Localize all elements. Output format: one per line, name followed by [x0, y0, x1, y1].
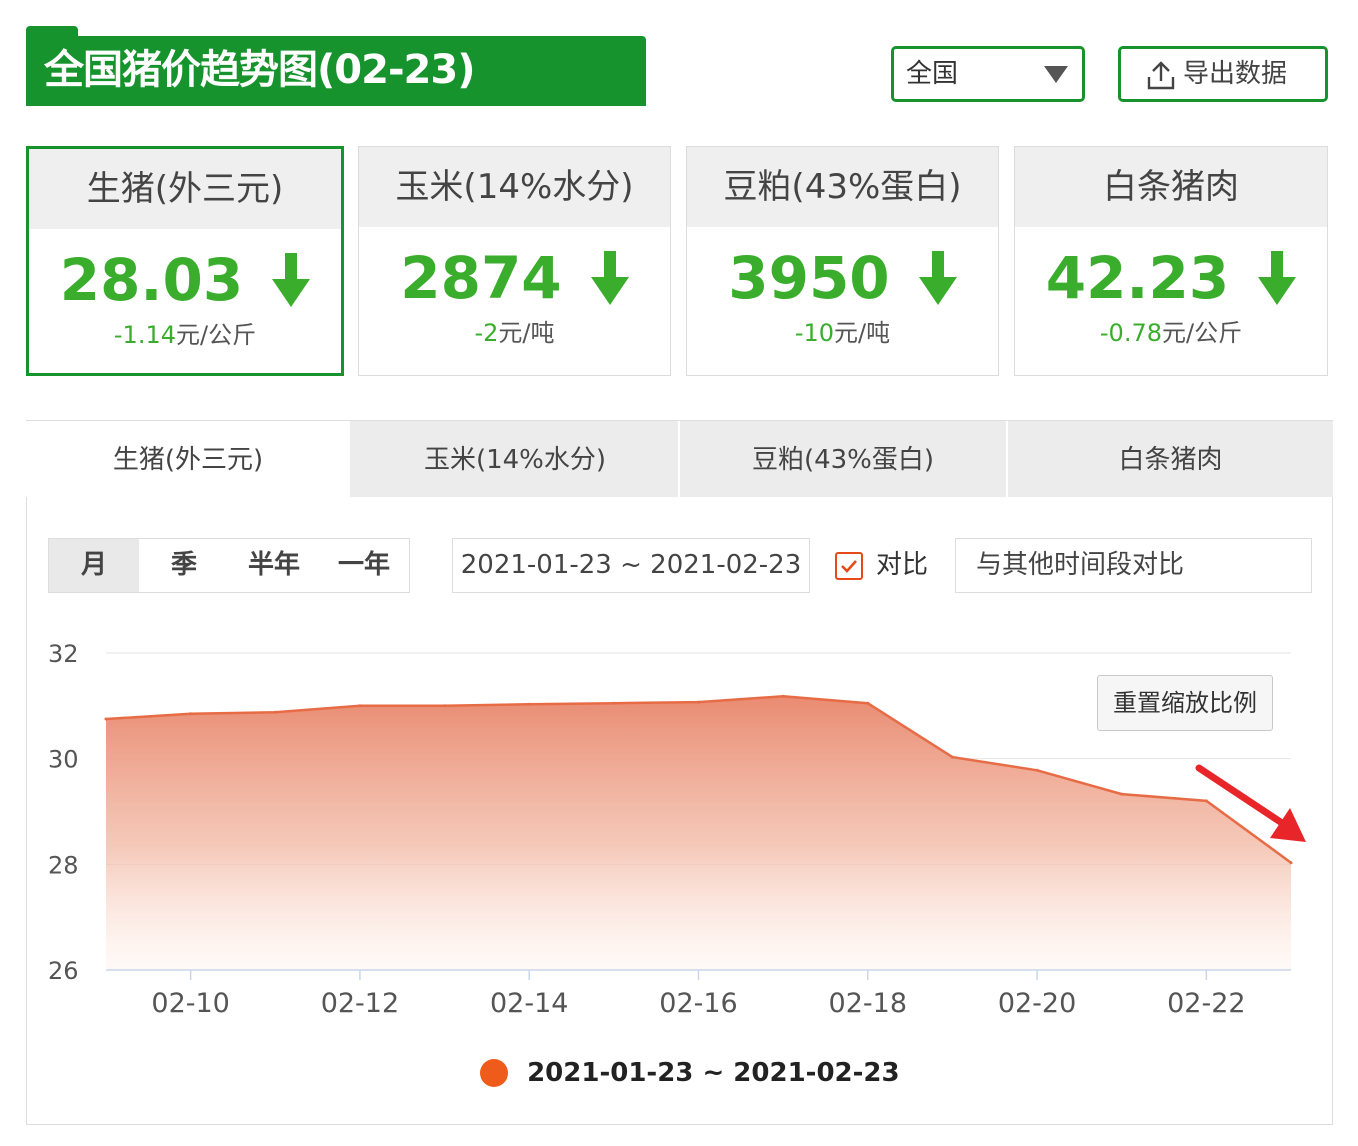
data-point: [1204, 799, 1208, 803]
y-tick-label: 30: [48, 746, 79, 774]
data-point: [273, 710, 277, 714]
x-tick-label: 02-20: [998, 988, 1076, 1019]
price-trend-chart: 26 28 30 32 02-10 02-12 02-14 02-16 02-18 02-20 02…: [48, 640, 1306, 1019]
data-point: [781, 694, 785, 698]
chart-legend[interactable]: 2021-01-23 ~ 2021-02-23: [480, 1058, 900, 1098]
data-point: [358, 704, 362, 708]
reset-zoom-button[interactable]: 重置缩放比例: [1097, 675, 1273, 731]
data-point: [866, 701, 870, 705]
data-point: [612, 701, 616, 705]
data-point: [1035, 768, 1039, 772]
data-point: [950, 755, 954, 759]
data-point: [104, 717, 108, 721]
y-tick-label: 26: [48, 957, 79, 985]
data-point: [1120, 792, 1124, 796]
y-tick-label: 28: [48, 851, 79, 879]
x-tick-label: 02-16: [659, 988, 737, 1019]
y-tick-label: 32: [48, 640, 79, 668]
data-point: [1289, 861, 1293, 865]
data-point: [189, 712, 193, 716]
legend-marker: [480, 1059, 508, 1087]
x-tick-label: 02-14: [490, 988, 568, 1019]
series-area: [104, 694, 1293, 970]
data-point: [443, 704, 447, 708]
data-point: [527, 702, 531, 706]
legend-label: 2021-01-23 ~ 2021-02-23: [527, 1058, 900, 1088]
series-area-fill: [106, 696, 1291, 970]
x-tick-label: 02-10: [151, 988, 229, 1019]
x-tick-label: 02-12: [321, 988, 399, 1019]
x-tick-label: 02-22: [1167, 988, 1245, 1019]
x-tick-label: 02-18: [829, 988, 907, 1019]
data-point: [697, 700, 700, 704]
